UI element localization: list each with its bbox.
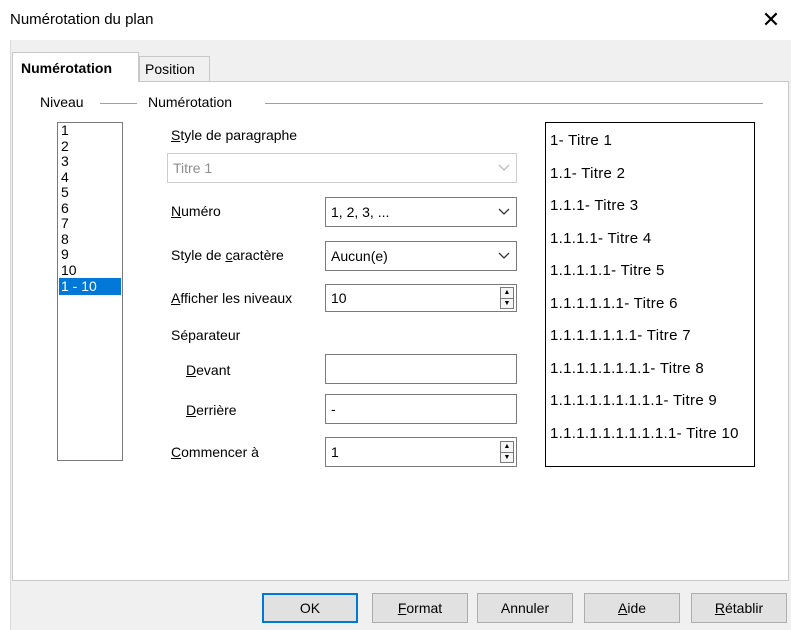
number-select[interactable]: 1, 2, 3, ... <box>325 197 517 227</box>
chevron-down-icon[interactable] <box>492 155 515 181</box>
char-style-value: Aucun(e) <box>331 248 388 264</box>
separator-label: Séparateur <box>171 327 241 343</box>
show-levels-label: Afficher les niveaux <box>171 290 293 306</box>
ok-button[interactable]: OK <box>262 593 358 623</box>
chevron-down-icon[interactable] <box>492 243 515 269</box>
char-style-label-pre: Style de <box>171 247 226 263</box>
spin-up-icon[interactable]: ▲ <box>501 288 513 298</box>
show-levels-label-rest: fficher les niveaux <box>180 290 293 306</box>
number-label: Numéro <box>171 203 221 219</box>
show-levels-value: 10 <box>331 290 347 306</box>
start-at-label-rest: ommencer à <box>181 444 259 460</box>
preview-line: 1.1.1.1.1.1.1- Titre 7 <box>550 327 691 344</box>
reset-button-rest: établir <box>724 600 764 616</box>
preview-line: 1.1.1.1.1.1.1.1.1- Titre 9 <box>550 392 718 409</box>
after-label: Derrière <box>186 402 237 418</box>
title-bar: Numérotation du plan ✕ <box>0 0 791 40</box>
preview-line: 1.1- Titre 2 <box>550 164 626 182</box>
format-button-rest: ormat <box>406 600 443 616</box>
level-list-item[interactable]: 4 <box>58 169 122 186</box>
spin-down-icon[interactable]: ▼ <box>501 451 513 463</box>
paragraph-style-label: Style de paragraphe <box>171 127 298 143</box>
paragraph-style-label-rest: tyle de paragraphe <box>180 127 298 143</box>
number-label-rest: uméro <box>181 203 221 219</box>
spin-buttons[interactable]: ▲ ▼ <box>500 441 514 463</box>
level-list-item[interactable]: 5 <box>58 185 122 201</box>
after-label-rest: errière <box>196 402 237 418</box>
preview-line: 1.1.1.1.1.1.1.1.1.1- Titre 10 <box>550 424 739 442</box>
level-list-item[interactable]: 2 <box>58 138 122 155</box>
help-button-rest: ide <box>627 600 647 616</box>
preview-line: 1.1.1.1.1.1.1.1- Titre 8 <box>550 359 704 377</box>
paragraph-style-select[interactable]: Titre 1 <box>167 153 517 183</box>
reset-button[interactable]: Rétablir <box>691 593 787 623</box>
level-list-item[interactable]: 10 <box>58 262 122 279</box>
level-list-item[interactable]: 8 <box>58 231 122 248</box>
cancel-button[interactable]: Annuler <box>477 593 573 623</box>
level-list-item[interactable]: 3 <box>58 154 122 170</box>
paragraph-style-value: Titre 1 <box>173 160 213 176</box>
after-input[interactable]: - <box>325 394 517 424</box>
start-at-spinner[interactable]: 1 ▲ ▼ <box>325 437 517 467</box>
level-list-item[interactable]: 1 <box>58 123 122 139</box>
after-value: - <box>331 401 336 417</box>
preview-line: 1.1.1- Titre 3 <box>550 197 639 214</box>
number-value: 1, 2, 3, ... <box>331 204 390 220</box>
spin-buttons[interactable]: ▲ ▼ <box>500 287 514 309</box>
spin-down-icon[interactable]: ▼ <box>501 297 513 309</box>
numbering-group-line <box>265 103 763 104</box>
chevron-down-icon[interactable] <box>492 199 515 225</box>
before-input[interactable] <box>325 354 517 384</box>
level-list-item[interactable]: 6 <box>58 200 122 217</box>
close-icon[interactable]: ✕ <box>756 6 786 34</box>
level-group-line <box>100 103 137 104</box>
tab-position[interactable]: Position <box>139 56 210 82</box>
tab-numerotation[interactable]: Numérotation <box>12 52 139 82</box>
preview-line: 1.1.1.1.1- Titre 5 <box>550 262 665 279</box>
window-title: Numérotation du plan <box>10 11 154 28</box>
char-style-label-rest: aractère <box>232 247 284 263</box>
preview-line: 1.1.1.1.1.1- Titre 6 <box>550 294 678 312</box>
numbering-group-label: Numérotation <box>148 94 233 110</box>
spin-up-icon[interactable]: ▲ <box>501 442 513 452</box>
level-list[interactable]: 1 2 3 4 5 6 7 8 9 10 1 - 10 <box>57 122 123 461</box>
preview-line: 1.1.1.1- Titre 4 <box>550 229 652 247</box>
level-group-label: Niveau <box>40 94 84 110</box>
numbering-preview: 1- Titre 1 1.1- Titre 2 1.1.1- Titre 3 1.1.… <box>545 122 755 467</box>
start-at-value: 1 <box>331 444 339 460</box>
start-at-label: Commencer à <box>171 444 259 460</box>
format-button[interactable]: Format <box>372 593 468 623</box>
char-style-label: Style de caractère <box>171 247 284 263</box>
char-style-select[interactable]: Aucun(e) <box>325 241 517 271</box>
show-levels-spinner[interactable]: 10 ▲ ▼ <box>325 284 517 312</box>
level-list-item[interactable]: 1 - 10 <box>59 278 121 295</box>
help-button[interactable]: Aide <box>584 593 680 623</box>
before-label-rest: evant <box>196 362 231 378</box>
level-list-item[interactable]: 9 <box>58 247 122 263</box>
preview-line: 1- Titre 1 <box>550 132 613 149</box>
level-list-item[interactable]: 7 <box>58 216 122 232</box>
before-label: Devant <box>186 362 231 378</box>
